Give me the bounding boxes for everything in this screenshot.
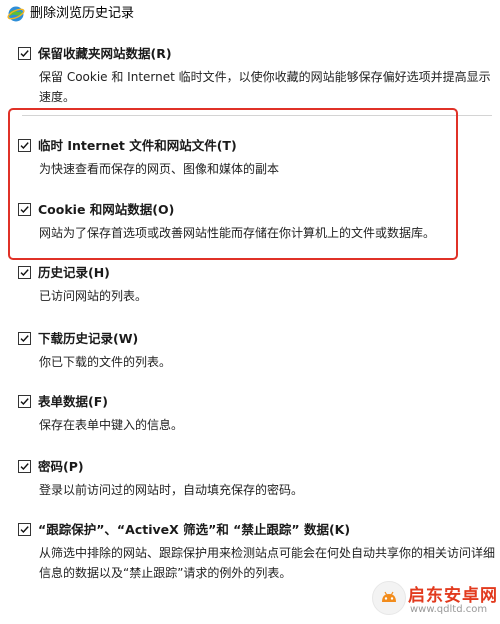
option-description: 已访问网站的列表。	[39, 289, 148, 303]
option-label: Cookie 和网站数据(O)	[38, 202, 175, 217]
title-bar: 删除浏览历史记录	[0, 0, 500, 28]
checkbox-passwords[interactable]	[18, 460, 31, 473]
option-description: 保存在表单中键入的信息。	[39, 418, 184, 432]
watermark-url: www.qdltd.com	[410, 604, 488, 615]
checkmark-icon	[20, 50, 29, 58]
window-title: 删除浏览历史记录	[30, 6, 135, 21]
checkmark-icon	[20, 269, 29, 277]
checkmark-icon	[20, 398, 29, 406]
checkbox-cookies[interactable]	[18, 203, 31, 216]
checkmark-icon	[20, 142, 29, 150]
option-label: 历史记录(H)	[38, 265, 110, 280]
checkbox-history[interactable]	[18, 266, 31, 279]
watermark: 启东安卓网 www.qdltd.com	[372, 579, 498, 621]
option-description: 登录以前访问过的网站时，自动填充保存的密码。	[39, 483, 304, 497]
option-description: 保留 Cookie 和 Internet 临时文件，以使你收藏的网站能够保存偏好…	[39, 70, 491, 104]
option-description: 从筛选中排除的网站、跟踪保护用来检测站点可能会在何处自动共享你的相关访问详细信息…	[39, 546, 496, 580]
checkmark-icon	[20, 335, 29, 343]
option-label: 临时 Internet 文件和网站文件(T)	[38, 138, 237, 153]
ie-globe-icon	[7, 6, 25, 22]
option-label: “跟踪保护”、“ActiveX 筛选”和 “禁止跟踪” 数据(K)	[38, 522, 351, 537]
divider	[22, 115, 492, 116]
option-label: 保留收藏夹网站数据(R)	[38, 46, 172, 61]
checkbox-download-history[interactable]	[18, 332, 31, 345]
option-description: 你已下载的文件的列表。	[39, 355, 172, 369]
checkmark-icon	[20, 463, 29, 471]
checkbox-preserve-favorites[interactable]	[18, 47, 31, 60]
android-logo-icon	[382, 591, 396, 602]
checkmark-icon	[20, 526, 29, 534]
checkmark-icon	[20, 206, 29, 214]
option-description: 网站为了保存首选项或改善网站性能而存储在你计算机上的文件或数据库。	[39, 226, 436, 240]
checkbox-form-data[interactable]	[18, 395, 31, 408]
watermark-text: 启东安卓网	[408, 586, 498, 606]
checkbox-tracking-protection[interactable]	[18, 523, 31, 536]
option-label: 表单数据(F)	[38, 394, 108, 409]
option-label: 下载历史记录(W)	[38, 331, 139, 346]
option-label: 密码(P)	[38, 459, 84, 474]
checkbox-temp-internet-files[interactable]	[18, 139, 31, 152]
watermark-logo	[372, 581, 406, 615]
option-description: 为快速查看而保存的网页、图像和媒体的副本	[39, 162, 280, 176]
